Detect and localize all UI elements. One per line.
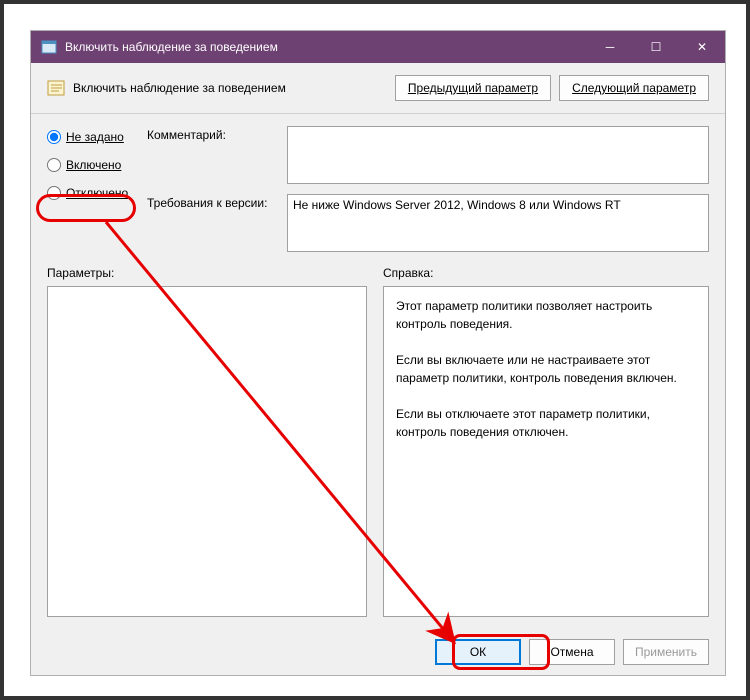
help-panel[interactable]: Этот параметр политики позволяет настрои…	[383, 286, 709, 617]
parameters-panel[interactable]	[47, 286, 367, 617]
radio-disabled-label[interactable]: Отключено	[66, 186, 128, 200]
ok-button[interactable]: ОК	[435, 639, 521, 665]
parameters-label: Параметры:	[47, 266, 367, 280]
policy-dialog: Включить наблюдение за поведением ─ ☐ ✕ …	[30, 30, 726, 676]
radio-not-configured-label[interactable]: Не задано	[66, 130, 124, 144]
radio-enabled-label[interactable]: Включено	[66, 158, 121, 172]
close-button[interactable]: ✕	[679, 31, 725, 63]
radio-enabled[interactable]	[47, 158, 61, 172]
policy-title: Включить наблюдение за поведением	[73, 81, 387, 95]
titlebar: Включить наблюдение за поведением ─ ☐ ✕	[31, 31, 725, 63]
radio-disabled[interactable]	[47, 186, 61, 200]
minimize-button[interactable]: ─	[587, 31, 633, 63]
toolbar: Включить наблюдение за поведением Предыд…	[31, 63, 725, 114]
footer: ОК Отмена Применить	[31, 629, 725, 675]
maximize-button[interactable]: ☐	[633, 31, 679, 63]
window-icon	[41, 39, 57, 55]
previous-setting-button[interactable]: Предыдущий параметр	[395, 75, 551, 101]
requirements-textarea: Не ниже Windows Server 2012, Windows 8 и…	[287, 194, 709, 252]
state-radio-group: Не задано Включено Отключено	[47, 126, 147, 252]
comment-textarea[interactable]	[287, 126, 709, 184]
window-title: Включить наблюдение за поведением	[65, 40, 587, 54]
policy-icon	[47, 79, 65, 97]
apply-button[interactable]: Применить	[623, 639, 709, 665]
radio-not-configured[interactable]	[47, 130, 61, 144]
comment-label: Комментарий:	[147, 126, 287, 184]
content-area: Не задано Включено Отключено Комментарий…	[31, 114, 725, 629]
next-setting-button[interactable]: Следующий параметр	[559, 75, 709, 101]
requirements-label: Требования к версии:	[147, 194, 287, 252]
cancel-button[interactable]: Отмена	[529, 639, 615, 665]
help-label: Справка:	[383, 266, 709, 280]
